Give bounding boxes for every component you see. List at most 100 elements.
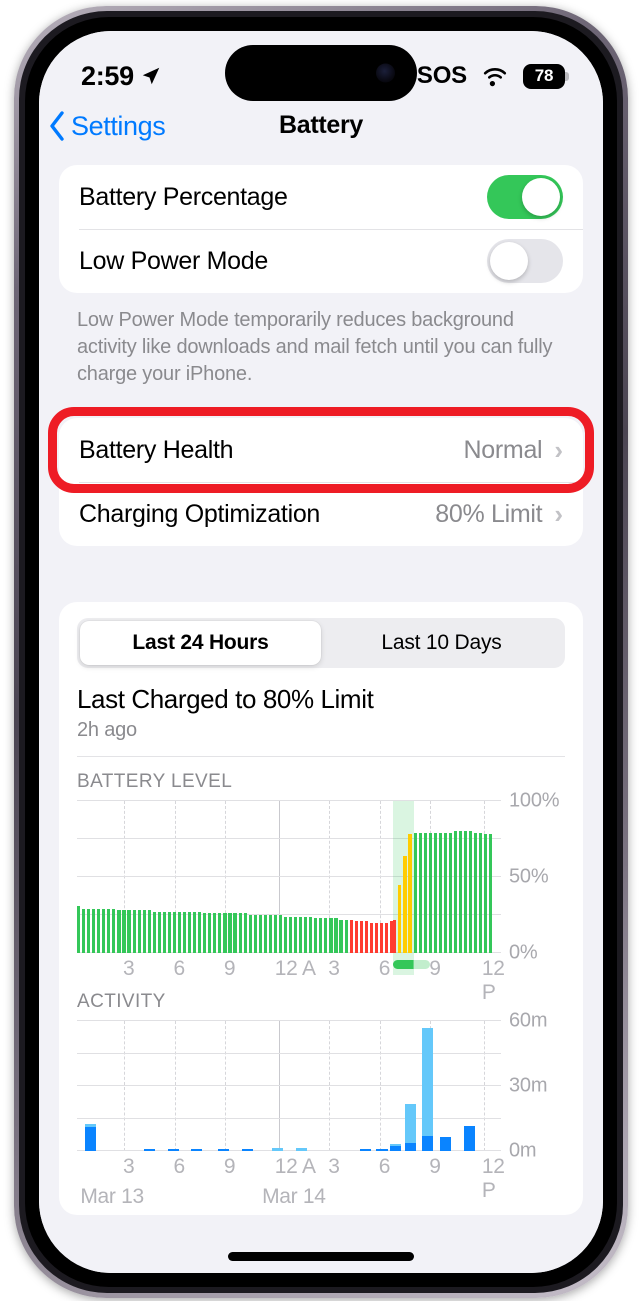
battery-level-bar	[112, 908, 116, 953]
x-axis-label: 6	[173, 957, 185, 980]
battery-level-bar	[167, 911, 171, 953]
battery-level-bar	[188, 911, 192, 953]
battery-toggles-card: Battery Percentage Low Power Mode	[59, 165, 583, 293]
battery-level-bar	[294, 916, 298, 953]
location-arrow-icon	[142, 67, 160, 85]
row-charging-optimization-value: 80% Limit	[435, 499, 543, 528]
y-axis-label: 50%	[509, 865, 549, 888]
battery-level-bar	[428, 832, 432, 953]
home-indicator[interactable]	[228, 1252, 414, 1261]
activity-chart-section: ACTIVITY 0m 30m 60m 3 6 9 12 A 3 6 9 12 P Mar 13 M…	[59, 987, 583, 1215]
row-battery-percentage[interactable]: Battery Percentage	[59, 165, 583, 229]
x-axis-label: 3	[122, 1155, 135, 1178]
battery-level-bar	[374, 922, 378, 953]
row-battery-health-value: Normal	[463, 435, 543, 464]
battery-percent-label: 78	[534, 66, 554, 85]
activity-bar-screen-off	[85, 1123, 97, 1128]
activity-bar-screen-off	[389, 1143, 401, 1146]
battery-level-bar	[319, 918, 323, 953]
battery-level-bar	[248, 915, 252, 953]
activity-day-labels: Mar 13 Mar 14	[77, 1185, 501, 1215]
x-axis-label: 3	[122, 957, 135, 980]
status-bar: 2:59 SOS 78	[39, 31, 603, 107]
segment-last-10-days[interactable]: Last 10 Days	[321, 621, 562, 665]
last-charged-title: Last Charged to 80% Limit	[77, 684, 374, 714]
battery-level-bar	[299, 916, 303, 953]
battery-level-bar	[469, 831, 473, 953]
navigation-bar: Settings Battery	[39, 107, 603, 165]
battery-level-bar	[157, 911, 161, 953]
battery-level-bar	[438, 832, 442, 953]
battery-level-chart-title: BATTERY LEVEL	[77, 771, 233, 792]
battery-level-bars	[77, 801, 501, 953]
battery-cap	[565, 71, 569, 81]
battery-level-bar	[243, 913, 247, 953]
battery-level-bar	[463, 831, 468, 953]
y-axis-label: 60m	[509, 1009, 548, 1032]
y-axis-label: 100%	[509, 789, 560, 812]
battery-level-bar	[369, 922, 373, 953]
battery-level-chart-section: BATTERY LEVEL 0% 50% 100% 3 6 9 12 A 3 6 9 12 P	[59, 757, 583, 1004]
chevron-right-icon: ›	[554, 435, 563, 465]
battery-level-bar	[384, 922, 389, 953]
battery-level-bar	[198, 911, 202, 953]
x-axis-label: 3	[328, 957, 340, 980]
battery-level-bar	[77, 905, 81, 953]
dynamic-island	[225, 45, 417, 101]
battery-level-bar	[418, 832, 422, 953]
activity-x-axis: 3 6 9 12 A 3 6 9 12 P	[77, 1151, 505, 1202]
activity-plot	[77, 1020, 501, 1151]
activity-bar-screen-off	[421, 1027, 433, 1136]
battery-level-bar	[263, 915, 267, 953]
segment-last-24-hours[interactable]: Last 24 Hours	[80, 621, 321, 665]
battery-level-bar	[142, 910, 146, 953]
activity-y-axis: 0m 30m 60m	[501, 1010, 565, 1162]
battery-status-icon: 78	[523, 63, 569, 89]
battery-percentage-toggle[interactable]	[487, 175, 563, 219]
activity-bar-screen-off	[405, 1104, 417, 1144]
battery-level-bar	[474, 832, 478, 953]
row-battery-percentage-label: Battery Percentage	[79, 182, 288, 211]
activity-bar-screen-on	[85, 1127, 97, 1151]
battery-level-bar	[484, 834, 488, 953]
time-range-segmented-control[interactable]: Last 24 Hours Last 10 Days	[77, 618, 565, 668]
row-battery-health[interactable]: Battery Health Normal ›	[59, 418, 583, 482]
day-label: Mar 13	[80, 1185, 144, 1208]
battery-level-bar	[289, 916, 293, 953]
battery-level-bar	[423, 832, 427, 953]
battery-level-bar	[273, 915, 277, 953]
battery-level-bar	[127, 910, 131, 953]
x-axis-label: 12 A	[274, 957, 316, 980]
battery-level-bar	[354, 921, 358, 953]
chevron-right-icon: ›	[554, 499, 563, 529]
battery-level-bar	[339, 919, 343, 953]
row-charging-optimization-label: Charging Optimization	[79, 499, 321, 528]
battery-level-bar	[304, 916, 308, 953]
battery-health-card-wrap: Battery Health Normal › Charging Optimiz…	[48, 407, 594, 546]
battery-level-bar	[403, 855, 407, 953]
y-axis-label: 30m	[509, 1074, 548, 1097]
row-charging-optimization[interactable]: Charging Optimization 80% Limit ›	[59, 482, 583, 546]
battery-level-bar	[433, 832, 437, 953]
front-camera-icon	[376, 63, 395, 83]
last-charged-subtitle: 2h ago	[77, 719, 137, 741]
low-power-mode-footnote: Low Power Mode temporarily reduces backg…	[77, 309, 553, 385]
battery-level-bar	[97, 908, 101, 953]
battery-level-bar	[393, 919, 397, 953]
battery-level-plot-wrap: 0% 50% 100%	[77, 790, 565, 975]
x-axis-label: 12 A	[274, 1155, 316, 1178]
battery-level-bar	[147, 910, 151, 953]
battery-level-bar	[283, 916, 288, 953]
x-axis-label: 9	[223, 957, 236, 980]
row-low-power-mode-label: Low Power Mode	[79, 246, 268, 275]
battery-level-bar	[82, 908, 86, 953]
toggle-knob	[522, 178, 560, 216]
battery-level-bar	[102, 908, 106, 953]
battery-level-bar	[364, 921, 368, 953]
row-low-power-mode[interactable]: Low Power Mode	[59, 229, 583, 293]
phone-screen: 2:59 SOS 78 Settings Battery Battery Per…	[39, 31, 603, 1273]
battery-level-bar	[228, 913, 232, 953]
low-power-mode-toggle[interactable]	[487, 239, 563, 283]
battery-usage-card: Last 24 Hours Last 10 Days Last Charged …	[59, 602, 583, 1215]
battery-level-bar	[203, 913, 207, 953]
